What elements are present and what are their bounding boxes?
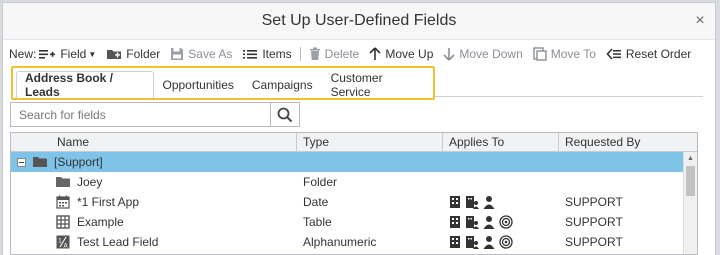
dialog-title: Set Up User-Defined Fields xyxy=(261,12,457,29)
new-folder-button[interactable]: Folder xyxy=(106,47,160,61)
move-to-label: Move To xyxy=(550,47,596,61)
save-as-label: Save As xyxy=(188,47,233,61)
name-cell: [Support] xyxy=(11,154,297,170)
company-contact-icon xyxy=(465,215,479,229)
name-cell: 1 A Test Lead Field xyxy=(11,234,297,250)
move-up-label: Move Up xyxy=(385,47,434,61)
contact-icon xyxy=(483,235,495,249)
reset-order-button[interactable]: Reset Order xyxy=(606,47,691,61)
items-label: Items xyxy=(262,47,292,61)
move-to-button[interactable]: Move To xyxy=(533,47,596,61)
toolbar-divider xyxy=(299,47,301,61)
column-header-type[interactable]: Type xyxy=(297,133,443,151)
table-row[interactable]: 1 A Test Lead Field Alphanumeric SUPPORT xyxy=(11,232,697,252)
new-field-label: Field xyxy=(60,47,87,61)
contact-icon xyxy=(483,195,495,209)
move-down-label: Move Down xyxy=(459,47,523,61)
tab-strip: Address Book / Leads Opportunities Campa… xyxy=(13,68,433,99)
arrow-down-icon xyxy=(443,48,455,61)
type-cell: Table xyxy=(303,215,332,229)
toolbar: New: Field ▼ Folder Save As Items Delete… xyxy=(3,40,715,68)
type-cell: Date xyxy=(303,195,329,209)
trash-icon xyxy=(309,47,320,60)
requested-by-cell: SUPPORT xyxy=(565,195,623,209)
add-folder-icon xyxy=(107,50,122,59)
tab-customer-service[interactable]: Customer Service xyxy=(322,71,430,99)
tab-address-book-leads[interactable]: Address Book / Leads xyxy=(16,71,154,99)
save-as-button[interactable]: Save As xyxy=(170,47,232,61)
vertical-scrollbar[interactable]: ▲ xyxy=(683,152,697,254)
grid-body: [Support] Joey Folder *1 First App Date … xyxy=(11,152,697,254)
search-input[interactable] xyxy=(11,103,270,126)
search-box xyxy=(10,102,300,127)
collapse-toggle[interactable] xyxy=(17,157,26,167)
move-up-button[interactable]: Move Up xyxy=(369,47,433,61)
column-header-requested-by[interactable]: Requested By xyxy=(559,133,697,151)
column-header-applies-to[interactable]: Applies To xyxy=(443,133,559,151)
target-icon xyxy=(499,235,513,249)
scroll-up-icon[interactable]: ▲ xyxy=(684,152,697,164)
fields-grid: Name Type Applies To Requested By [Suppo… xyxy=(10,132,698,255)
table-row[interactable]: [Support] xyxy=(11,152,684,172)
delete-label: Delete xyxy=(324,47,360,61)
folder-icon xyxy=(32,154,48,170)
new-field-button[interactable]: Field ▼ xyxy=(38,47,96,61)
table-row[interactable]: *1 First App Date SUPPORT xyxy=(11,192,697,212)
new-folder-label: Folder xyxy=(126,47,161,61)
delete-button[interactable]: Delete xyxy=(309,47,360,61)
applies-to-cell xyxy=(443,235,559,249)
tab-campaigns[interactable]: Campaigns xyxy=(243,71,322,98)
new-label: New: xyxy=(9,47,36,61)
close-icon[interactable]: × xyxy=(693,13,707,29)
company-contact-icon xyxy=(465,235,479,249)
name-cell: *1 First App xyxy=(11,194,297,210)
requested-by-cell: SUPPORT xyxy=(565,235,623,249)
new-label-text: New: xyxy=(9,47,37,61)
column-header-name[interactable]: Name xyxy=(11,133,297,151)
applies-to-cell xyxy=(443,215,559,229)
reset-order-icon xyxy=(606,48,621,60)
scrollbar-thumb[interactable] xyxy=(686,166,695,196)
company-contact-icon xyxy=(465,195,479,209)
row-name: Test Lead Field xyxy=(77,235,159,249)
search-icon xyxy=(277,107,293,122)
applies-to-cell xyxy=(443,195,559,209)
arrow-up-icon xyxy=(369,47,381,60)
type-cell: Alphanumeric xyxy=(303,235,377,249)
folder-icon xyxy=(55,174,71,190)
move-to-icon xyxy=(533,47,547,61)
table-icon xyxy=(55,214,71,230)
name-cell: Example xyxy=(11,214,297,230)
type-cell: Folder xyxy=(303,175,338,189)
name-cell: Joey xyxy=(11,174,297,190)
table-row[interactable]: Joey Folder xyxy=(11,172,697,192)
tab-opportunities[interactable]: Opportunities xyxy=(154,71,243,98)
tabs-highlight: Address Book / Leads Opportunities Campa… xyxy=(11,66,435,100)
items-button[interactable]: Items xyxy=(242,47,292,61)
chevron-down-icon: ▼ xyxy=(88,49,97,59)
company-icon xyxy=(449,215,461,229)
list-icon xyxy=(243,50,258,59)
search-button[interactable] xyxy=(270,103,299,126)
alphanumeric-icon: 1 A xyxy=(55,234,71,250)
requested-by-cell: SUPPORT xyxy=(565,215,623,229)
row-name: Joey xyxy=(77,175,103,189)
add-field-icon xyxy=(39,50,56,59)
svg-text:1: 1 xyxy=(58,238,62,245)
grid-header: Name Type Applies To Requested By xyxy=(11,133,697,152)
move-down-button[interactable]: Move Down xyxy=(443,47,523,61)
calendar-icon xyxy=(55,194,71,210)
company-icon xyxy=(449,235,461,249)
row-name: Example xyxy=(77,215,124,229)
company-icon xyxy=(449,195,461,209)
reset-order-label: Reset Order xyxy=(625,47,692,61)
table-row[interactable]: Example Table SUPPORT xyxy=(11,212,697,232)
save-icon xyxy=(171,48,184,60)
target-icon xyxy=(499,215,513,229)
row-name: [Support] xyxy=(54,155,103,169)
contact-icon xyxy=(483,215,495,229)
tab-strip-border xyxy=(435,96,703,97)
row-name: *1 First App xyxy=(77,195,140,209)
dialog-titlebar: Set Up User-Defined Fields × xyxy=(3,3,715,40)
